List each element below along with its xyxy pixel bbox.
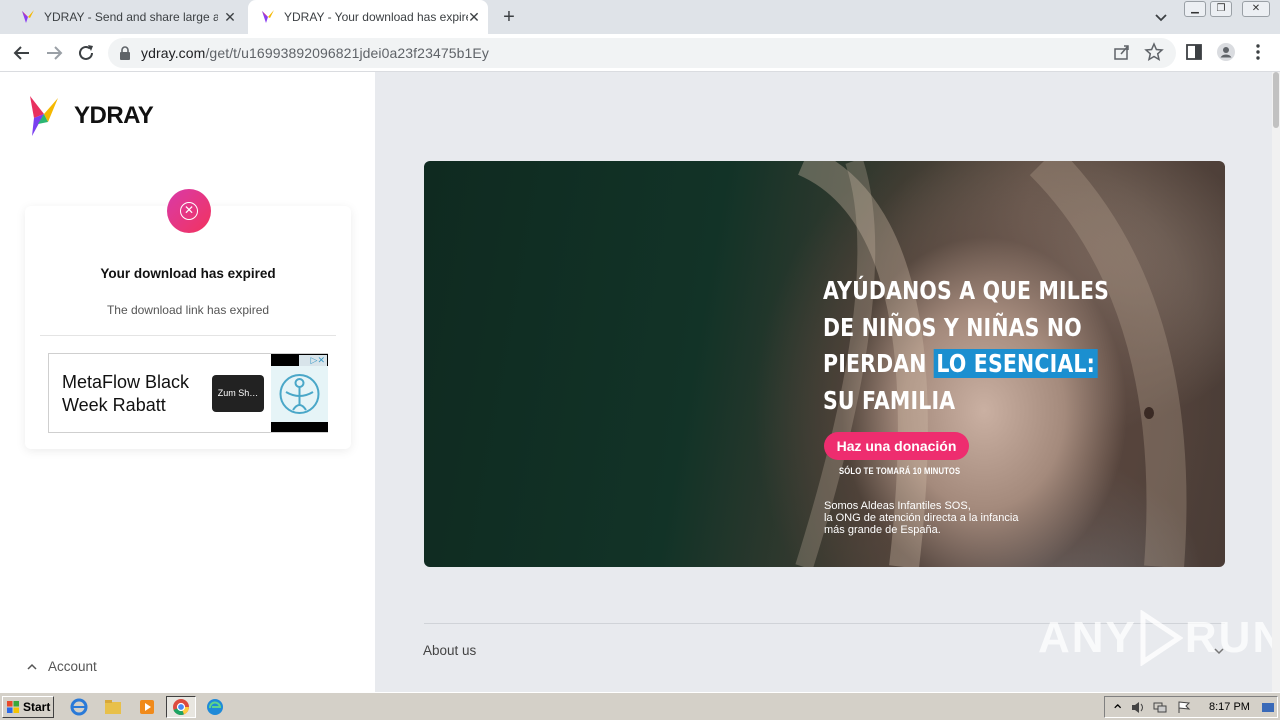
start-button[interactable]: Start	[2, 696, 54, 718]
ad-text: MetaFlow Black Week Rabatt	[62, 372, 190, 415]
action-center-flag-icon[interactable]	[1177, 701, 1191, 714]
watermark-left: ANY	[1038, 613, 1137, 662]
banner-headline: AYÚDANOS A QUE MILES DE NIÑOS Y NIÑAS NO…	[823, 273, 1110, 419]
url-host: ydray.com	[141, 45, 206, 61]
ad-brand-logo-icon	[279, 374, 320, 414]
side-panel-icon[interactable]	[1184, 42, 1204, 62]
folder-glyph-icon	[105, 700, 121, 714]
donate-subtext: SÓLO TE TOMARÁ 10 MINUTOS	[839, 466, 961, 476]
error-x-icon: ✕	[167, 189, 211, 233]
ydray-logo[interactable]: YDRAY	[30, 96, 154, 136]
account-label: Account	[48, 659, 97, 674]
card-divider	[40, 335, 336, 336]
reload-icon[interactable]	[75, 42, 97, 64]
headline-line-3a: PIERDAN	[823, 349, 927, 378]
new-tab-plus-icon[interactable]: +	[498, 6, 520, 28]
internet-explorer-icon[interactable]	[66, 696, 92, 718]
kebab-menu-icon[interactable]	[1248, 42, 1268, 62]
expired-card: Your download has expired The download l…	[25, 206, 351, 449]
anyrun-watermark: ANY RUN	[1038, 610, 1272, 666]
show-desktop-icon[interactable]	[1261, 701, 1275, 714]
file-explorer-icon[interactable]	[100, 696, 126, 718]
ad-shop-button[interactable]: Zum Sh…	[212, 375, 264, 412]
web-page: YDRAY Your download has expired The down…	[0, 72, 1280, 692]
restore-window-icon[interactable]: ❐	[1210, 1, 1232, 17]
donate-button[interactable]: Haz una donación	[824, 432, 969, 460]
chrome-glyph-icon	[173, 699, 189, 716]
browser-tab-ydray-expired[interactable]: YDRAY - Your download has expired ✕	[248, 0, 488, 34]
tab-search-chevron-icon[interactable]	[1152, 8, 1170, 26]
headline-line-4: SU FAMILIA	[823, 385, 956, 415]
ie-glyph-icon	[70, 698, 88, 716]
org-description: Somos Aldeas Infantiles SOS, la ONG de a…	[824, 500, 1054, 536]
brand-name: YDRAY	[74, 102, 154, 129]
close-window-icon[interactable]: ✕	[1242, 1, 1270, 17]
tab-title: YDRAY - Your download has expired	[284, 10, 468, 24]
lock-icon	[120, 46, 130, 60]
ydray-logo-icon	[30, 96, 58, 136]
about-us-link[interactable]: About us	[423, 643, 476, 658]
page-scrollbar[interactable]	[1272, 72, 1280, 692]
scrollbar-thumb[interactable]	[1273, 72, 1279, 128]
media-glyph-icon	[140, 700, 154, 714]
minimize-window-icon[interactable]: ▁	[1184, 1, 1206, 17]
volume-icon[interactable]	[1131, 701, 1145, 714]
play-triangle-icon	[1140, 610, 1183, 666]
back-arrow-icon[interactable]	[11, 42, 33, 64]
card-subtitle: The download link has expired	[106, 303, 270, 317]
ad-choices-close-icon[interactable]: ▷✕	[299, 355, 327, 366]
network-icon[interactable]	[1153, 701, 1167, 714]
sidebar: YDRAY Your download has expired The down…	[0, 72, 375, 692]
browser-toolbar: ydray.com/get/t/u16993892096821jdei0a23f…	[0, 34, 1280, 72]
headline-line-3: PIERDAN LO ESENCIAL:	[823, 346, 1098, 383]
tray-expand-icon[interactable]: ⌃	[1111, 701, 1125, 720]
watermark-right: RUN	[1184, 613, 1272, 662]
system-tray: ⌃ 8:17 PM	[1104, 696, 1278, 720]
chrome-taskbar-icon[interactable]	[166, 696, 196, 718]
account-toggle[interactable]: Account	[26, 659, 97, 674]
share-icon[interactable]	[1112, 42, 1132, 62]
url-path: /get/t/u16993892096821jdei0a23f23475b1Ey	[205, 45, 489, 61]
error-x-glyph: ✕	[180, 202, 198, 220]
browser-tab-strip: YDRAY - Send and share large and b ✕ YDR…	[0, 0, 1280, 34]
tab-close-icon[interactable]: ✕	[466, 9, 482, 25]
ad-logo-pane	[271, 366, 328, 422]
org-line-3: más grande de España.	[824, 524, 941, 536]
forward-arrow-icon[interactable]	[43, 42, 65, 64]
browser-tab-ydray-send[interactable]: YDRAY - Send and share large and b ✕	[8, 0, 244, 34]
address-bar[interactable]: ydray.com/get/t/u16993892096821jdei0a23f…	[108, 38, 1176, 68]
profile-avatar-icon[interactable]	[1216, 42, 1236, 62]
windows-flag-icon	[7, 701, 19, 713]
main-content: AYÚDANOS A QUE MILES DE NIÑOS Y NIÑAS NO…	[375, 72, 1272, 692]
headline-highlight: LO ESENCIAL:	[933, 349, 1098, 378]
url-text: ydray.com/get/t/u16993892096821jdei0a23f…	[141, 45, 489, 61]
media-player-icon[interactable]	[134, 696, 160, 718]
tab-close-icon[interactable]: ✕	[222, 9, 238, 25]
tab-title: YDRAY - Send and share large and b	[44, 10, 218, 24]
edge-taskbar-icon[interactable]	[202, 696, 228, 718]
edge-glyph-icon	[207, 699, 223, 715]
ydray-favicon-icon	[262, 10, 274, 23]
donation-banner-ad[interactable]: AYÚDANOS A QUE MILES DE NIÑOS Y NIÑAS NO…	[424, 161, 1225, 567]
headline-line-2: DE NIÑOS Y NIÑAS NO	[823, 312, 1082, 342]
headline-line-1: AYÚDANOS A QUE MILES	[823, 276, 1110, 305]
windows-taskbar: Start ⌃ 8:17 PM	[0, 692, 1280, 720]
org-line-1: Somos Aldeas Infantiles SOS,	[824, 500, 971, 512]
card-title: Your download has expired	[100, 266, 276, 281]
start-label: Start	[23, 700, 51, 714]
advertisement[interactable]: MetaFlow Black Week Rabatt Zum Sh… ▷✕	[48, 353, 328, 433]
taskbar-clock[interactable]: 8:17 PM	[1209, 701, 1250, 713]
bookmark-star-icon[interactable]	[1144, 42, 1164, 62]
org-line-2: la ONG de atención directa a la infancia	[824, 512, 1019, 524]
chevron-up-icon	[27, 663, 37, 670]
ydray-favicon-icon	[22, 10, 34, 23]
